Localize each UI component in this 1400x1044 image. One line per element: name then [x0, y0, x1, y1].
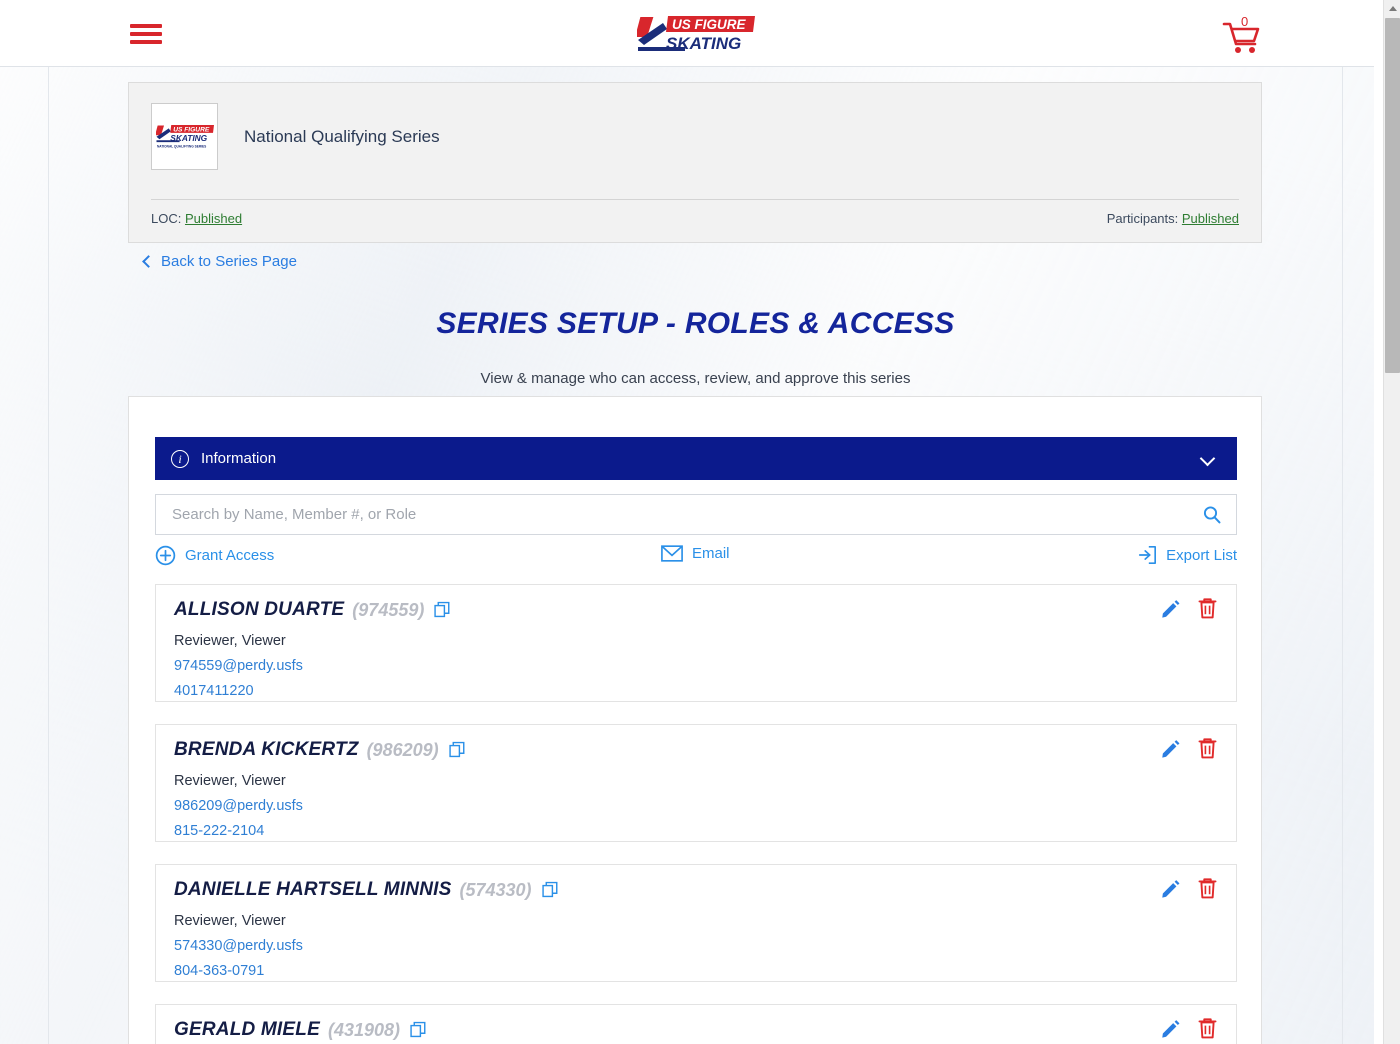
- person-phone[interactable]: 815-222-2104: [174, 823, 1218, 839]
- person-name-line: ALLISON DUARTE (974559): [174, 600, 1218, 619]
- pencil-icon[interactable]: [1160, 1017, 1181, 1040]
- series-header-card: US FIGURE SKATING NATIONAL QUALIFYING SE…: [128, 82, 1262, 243]
- loc-label: LOC:: [151, 211, 182, 226]
- participants-status: Participants: Published: [1107, 211, 1239, 226]
- search-icon[interactable]: [1202, 505, 1222, 525]
- loc-status: LOC: Published: [151, 211, 242, 226]
- page-scroll-area: US FIGURE SKATING NATIONAL QUALIFYING SE…: [0, 67, 1391, 1044]
- scroll-up-arrow[interactable]: [1384, 0, 1400, 17]
- person-name-line: BRENDA KICKERTZ (986209): [174, 740, 1218, 759]
- scrollbar-thumb[interactable]: [1385, 18, 1400, 373]
- person-email[interactable]: 974559@perdy.usfs: [174, 658, 1218, 674]
- person-name: ALLISON DUARTE: [174, 599, 345, 620]
- info-circle-icon: i: [171, 449, 189, 468]
- series-identity: US FIGURE SKATING NATIONAL QUALIFYING SE…: [129, 83, 1261, 170]
- cart-count-badge: 0: [1241, 14, 1249, 29]
- loc-status-value[interactable]: Published: [185, 211, 242, 226]
- person-name: BRENDA KICKERTZ: [174, 739, 359, 760]
- person-email[interactable]: 986209@perdy.usfs: [174, 798, 1218, 814]
- us-figure-skating-logo-icon: US FIGURE SKATING: [636, 16, 755, 53]
- envelope-icon: [661, 545, 683, 562]
- person-name: GERALD MIELE: [174, 1019, 320, 1040]
- person-phone[interactable]: 4017411220: [174, 683, 1218, 699]
- list-actions-row: Grant Access Email Export List: [155, 542, 1237, 574]
- information-label: Information: [201, 450, 277, 467]
- svg-text:US FIGURE: US FIGURE: [173, 126, 210, 133]
- trash-icon[interactable]: [1197, 597, 1218, 620]
- person-roles: Reviewer, Viewer: [174, 773, 286, 789]
- top-header-bar: US FIGURE SKATING 0: [0, 0, 1391, 67]
- table-row: GERALD MIELE (431908): [155, 1004, 1237, 1044]
- grant-access-button[interactable]: Grant Access: [155, 545, 274, 566]
- people-list: ALLISON DUARTE (974559) Reviewer, Viewer…: [155, 584, 1237, 1044]
- triangle-up-icon: [1388, 6, 1397, 11]
- export-list-label: Export List: [1166, 546, 1237, 564]
- person-email[interactable]: 574330@perdy.usfs: [174, 938, 1218, 954]
- person-member-number: (974559): [352, 599, 425, 620]
- person-phone[interactable]: 804-363-0791: [174, 963, 1218, 979]
- page-subtitle: View & manage who can access, review, an…: [480, 370, 911, 387]
- page-title: SERIES SETUP - ROLES & ACCESS: [436, 307, 955, 340]
- svg-text:SKATING: SKATING: [666, 34, 741, 53]
- pencil-icon[interactable]: [1160, 877, 1181, 900]
- person-name-line: DANIELLE HARTSELL MINNIS (574330): [174, 880, 1218, 899]
- back-link-label: Back to Series Page: [161, 253, 297, 270]
- information-accordion-header[interactable]: i Information: [155, 437, 1237, 480]
- person-name: DANIELLE HARTSELL MINNIS: [174, 879, 452, 900]
- person-member-number: (574330): [459, 879, 532, 900]
- email-label: Email: [692, 545, 730, 562]
- table-row: DANIELLE HARTSELL MINNIS (574330) Review…: [155, 864, 1237, 982]
- series-title: National Qualifying Series: [244, 126, 440, 146]
- series-status-row: LOC: Published Participants: Published: [151, 211, 1239, 226]
- shopping-cart-button[interactable]: 0: [1219, 14, 1263, 56]
- table-row: BRENDA KICKERTZ (986209) Reviewer, Viewe…: [155, 724, 1237, 842]
- right-gutter: [1374, 0, 1383, 1044]
- roles-access-panel: i Information Search by Name, Member #, …: [128, 396, 1262, 1044]
- person-roles: Reviewer, Viewer: [174, 633, 286, 649]
- row-action-buttons: [1160, 597, 1218, 620]
- row-action-buttons: [1160, 737, 1218, 760]
- series-thumbnail: US FIGURE SKATING NATIONAL QUALIFYING SE…: [151, 103, 218, 170]
- export-list-button[interactable]: Export List: [1137, 545, 1237, 565]
- trash-icon[interactable]: [1197, 737, 1218, 760]
- site-logo[interactable]: US FIGURE SKATING: [0, 14, 1391, 54]
- grant-access-label: Grant Access: [185, 547, 275, 564]
- person-member-number: (986209): [366, 739, 439, 760]
- chevron-left-icon: [142, 254, 155, 268]
- nqs-logo-icon: US FIGURE SKATING NATIONAL QUALIFYING SE…: [155, 124, 214, 148]
- search-bar: [155, 494, 1237, 535]
- pencil-icon[interactable]: [1160, 737, 1181, 760]
- copy-icon[interactable]: [434, 601, 450, 618]
- divider: [151, 199, 1239, 200]
- person-name-line: GERALD MIELE (431908): [174, 1020, 1218, 1039]
- pencil-icon[interactable]: [1160, 597, 1181, 620]
- copy-icon[interactable]: [541, 881, 558, 898]
- row-action-buttons: [1160, 1017, 1218, 1040]
- participants-status-value[interactable]: Published: [1182, 211, 1239, 226]
- email-button[interactable]: Email: [661, 545, 730, 562]
- participants-label: Participants:: [1106, 211, 1179, 226]
- plus-circle-icon: [155, 545, 176, 566]
- trash-icon[interactable]: [1197, 1017, 1218, 1040]
- svg-text:SKATING: SKATING: [170, 133, 207, 143]
- table-row: ALLISON DUARTE (974559) Reviewer, Viewer…: [155, 584, 1237, 702]
- svg-text:NATIONAL QUALIFYING SERIES: NATIONAL QUALIFYING SERIES: [156, 144, 205, 148]
- vertical-scrollbar[interactable]: [1383, 0, 1400, 1044]
- back-to-series-page-link[interactable]: Back to Series Page: [142, 253, 297, 270]
- person-roles: Reviewer, Viewer: [174, 913, 286, 929]
- person-member-number: (431908): [327, 1019, 401, 1040]
- export-icon: [1139, 546, 1157, 564]
- trash-icon[interactable]: [1197, 877, 1218, 900]
- chevron-down-icon[interactable]: [1199, 450, 1216, 467]
- svg-text:US FIGURE: US FIGURE: [672, 17, 747, 32]
- copy-icon[interactable]: [448, 741, 465, 758]
- content-column: US FIGURE SKATING NATIONAL QUALIFYING SE…: [48, 67, 1343, 1044]
- row-action-buttons: [1160, 877, 1218, 900]
- copy-icon[interactable]: [410, 1021, 426, 1038]
- search-input[interactable]: [156, 495, 1202, 534]
